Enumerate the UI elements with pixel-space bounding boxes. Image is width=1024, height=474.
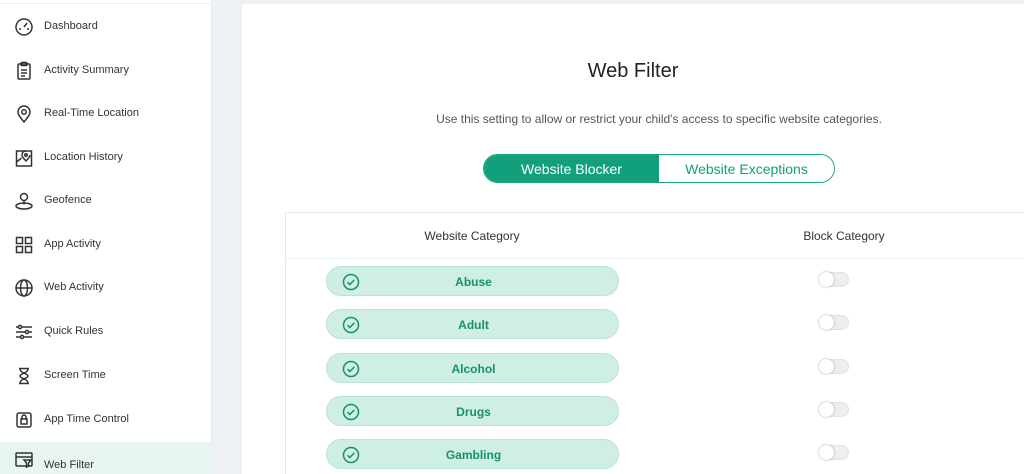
- table-row: Drugs: [286, 396, 1024, 428]
- toggle-knob: [819, 315, 834, 330]
- page-title: Web Filter: [587, 60, 679, 82]
- sidebar-item-web-filter[interactable]: Web Filter: [0, 442, 212, 474]
- table-row: Abuse: [286, 266, 1024, 298]
- sidebar-item-real-time-location[interactable]: Real-Time Location: [0, 98, 212, 130]
- category-name: Alcohol: [451, 362, 496, 376]
- lock-icon: [14, 410, 34, 430]
- sidebar-item-app-activity[interactable]: App Activity: [0, 229, 212, 261]
- sidebar-item-label: Quick Rules: [44, 325, 104, 337]
- sliders-icon: [14, 322, 34, 342]
- sidebar-item-label: Activity Summary: [44, 64, 129, 76]
- sidebar-item-label: Web Filter: [44, 459, 94, 471]
- sidebar-item-label: Geofence: [44, 194, 92, 206]
- category-table: Website Category Block Category Abuse Ad…: [285, 212, 1024, 474]
- column-header-block: Block Category: [803, 229, 885, 243]
- content-gutter: [213, 0, 242, 474]
- block-toggle[interactable]: [819, 402, 849, 417]
- hourglass-icon: [14, 366, 34, 386]
- sidebar-item-activity-summary[interactable]: Activity Summary: [0, 55, 212, 87]
- table-row: Gambling: [286, 439, 1024, 471]
- sidebar-item-label: App Time Control: [44, 413, 129, 425]
- sidebar-item-app-time-control[interactable]: App Time Control: [0, 404, 212, 436]
- clipboard-icon: [14, 61, 34, 81]
- sidebar-item-label: Real-Time Location: [44, 107, 139, 119]
- geofence-icon: [14, 191, 34, 211]
- sidebar-item-label: Screen Time: [44, 369, 106, 381]
- sidebar-item-dashboard[interactable]: Dashboard: [0, 11, 212, 43]
- category-name: Drugs: [456, 405, 491, 419]
- sidebar-item-geofence[interactable]: Geofence: [0, 185, 212, 217]
- sidebar-item-location-history[interactable]: Location History: [0, 142, 212, 174]
- globe-icon: [14, 278, 34, 298]
- sidebar-item-label: App Activity: [44, 238, 101, 250]
- header-divider: [286, 258, 1024, 259]
- web-filter-icon: [14, 450, 34, 470]
- main-panel: Web Filter Use this setting to allow or …: [242, 4, 1024, 474]
- category-pill: Alcohol: [326, 353, 619, 383]
- block-toggle[interactable]: [819, 272, 849, 287]
- tab-website-exceptions[interactable]: Website Exceptions: [659, 155, 834, 182]
- map-pin-icon: [14, 148, 34, 168]
- sidebar-item-label: Location History: [44, 151, 123, 163]
- category-pill: Drugs: [326, 396, 619, 426]
- category-name: Abuse: [455, 275, 492, 289]
- category-pill: Gambling: [326, 439, 619, 469]
- block-toggle[interactable]: [819, 445, 849, 460]
- toggle-knob: [819, 272, 834, 287]
- category-name: Adult: [458, 318, 489, 332]
- column-header-category: Website Category: [424, 229, 520, 243]
- toggle-knob: [819, 359, 834, 374]
- toggle-knob: [819, 402, 834, 417]
- block-toggle[interactable]: [819, 359, 849, 374]
- sidebar-item-web-activity[interactable]: Web Activity: [0, 272, 212, 304]
- filter-tabs: Website Blocker Website Exceptions: [483, 154, 835, 183]
- table-row: Adult: [286, 309, 1024, 341]
- sidebar: Dashboard Activity Summary Real-Time Loc…: [0, 0, 212, 474]
- toggle-knob: [819, 445, 834, 460]
- sidebar-item-label: Web Activity: [44, 281, 104, 293]
- category-pill: Adult: [326, 309, 619, 339]
- gauge-icon: [14, 17, 34, 37]
- sidebar-item-quick-rules[interactable]: Quick Rules: [0, 316, 212, 348]
- page-subtitle: Use this setting to allow or restrict yo…: [436, 112, 882, 126]
- table-row: Alcohol: [286, 353, 1024, 385]
- block-toggle[interactable]: [819, 315, 849, 330]
- category-pill: Abuse: [326, 266, 619, 296]
- location-pin-icon: [14, 104, 34, 124]
- category-name: Gambling: [445, 448, 502, 462]
- tab-website-blocker[interactable]: Website Blocker: [484, 155, 659, 182]
- sidebar-item-screen-time[interactable]: Screen Time: [0, 360, 212, 392]
- sidebar-top-divider: [0, 0, 212, 4]
- sidebar-item-label: Dashboard: [44, 20, 98, 32]
- grid-icon: [14, 235, 34, 255]
